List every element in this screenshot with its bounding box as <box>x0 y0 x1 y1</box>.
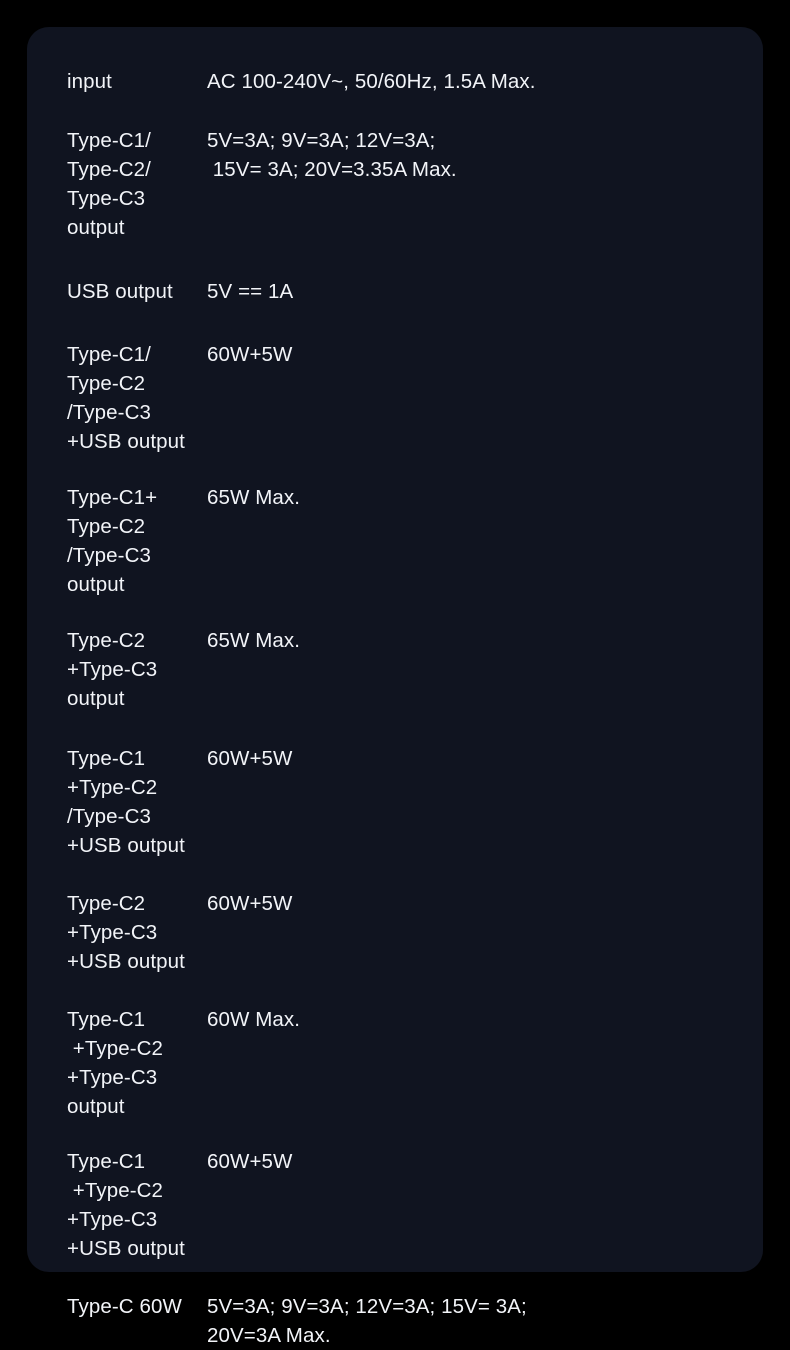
table-row: Type-C1 +Type-C2 +Type-C3 output 60W Max… <box>27 1005 763 1121</box>
spec-value: 65W Max. <box>207 629 301 652</box>
table-row: Type-C1/ Type-C2/ Type-C3 output 5V=3A; … <box>27 126 763 242</box>
spec-label: Type-C 60W <box>67 1295 182 1318</box>
spec-label: Type-C2 +Type-C3 output <box>67 629 158 710</box>
specification-table: input AC 100-240V~, 50/60Hz, 1.5A Max. T… <box>27 27 763 1350</box>
table-row: Type-C2 +Type-C3 +USB output 60W+5W <box>27 889 763 976</box>
spec-value: 60W+5W <box>207 1150 293 1173</box>
spec-label: Type-C2 +Type-C3 +USB output <box>67 892 185 973</box>
spec-label: input <box>67 70 112 93</box>
spec-value: AC 100-240V~, 50/60Hz, 1.5A Max. <box>207 70 536 93</box>
spec-label: Type-C1/ Type-C2/ Type-C3 output <box>67 129 151 239</box>
table-row: input AC 100-240V~, 50/60Hz, 1.5A Max. <box>27 67 763 96</box>
spec-label: USB output <box>67 280 173 303</box>
spec-value: 60W+5W <box>207 892 293 915</box>
spec-value: 5V=3A; 9V=3A; 12V=3A; 15V= 3A; 20V=3.35A… <box>207 129 457 181</box>
spec-label: Type-C1 +Type-C2 /Type-C3 +USB output <box>67 747 185 857</box>
specification-card: input AC 100-240V~, 50/60Hz, 1.5A Max. T… <box>27 27 763 1347</box>
spec-label: Type-C1 +Type-C2 +Type-C3 output <box>67 1008 164 1118</box>
table-row: Type-C1/ Type-C2 /Type-C3 +USB output 60… <box>27 340 763 456</box>
spec-value: 60W Max. <box>207 1008 301 1031</box>
spec-value: 60W+5W <box>207 343 293 366</box>
table-row: Type-C2 +Type-C3 output 65W Max. <box>27 626 763 713</box>
table-row: Type-C1+ Type-C2 /Type-C3 output 65W Max… <box>27 483 763 599</box>
spec-value: 60W+5W <box>207 747 293 770</box>
spec-label: Type-C1 +Type-C2 +Type-C3 +USB output <box>67 1150 185 1260</box>
table-row: Type-C1 +Type-C2 +Type-C3 +USB output 60… <box>27 1147 763 1263</box>
spec-label: Type-C1/ Type-C2 /Type-C3 +USB output <box>67 343 185 453</box>
spec-value: 5V == 1A <box>207 280 294 303</box>
spec-label: Type-C1+ Type-C2 /Type-C3 output <box>67 486 158 596</box>
table-row: Type-C1 +Type-C2 /Type-C3 +USB output 60… <box>27 744 763 860</box>
spec-value: 5V=3A; 9V=3A; 12V=3A; 15V= 3A; 20V=3A Ma… <box>207 1295 527 1347</box>
table-row: Type-C 60W 5V=3A; 9V=3A; 12V=3A; 15V= 3A… <box>27 1292 763 1350</box>
table-row: USB output 5V == 1A <box>27 277 763 306</box>
spec-value: 65W Max. <box>207 486 301 509</box>
